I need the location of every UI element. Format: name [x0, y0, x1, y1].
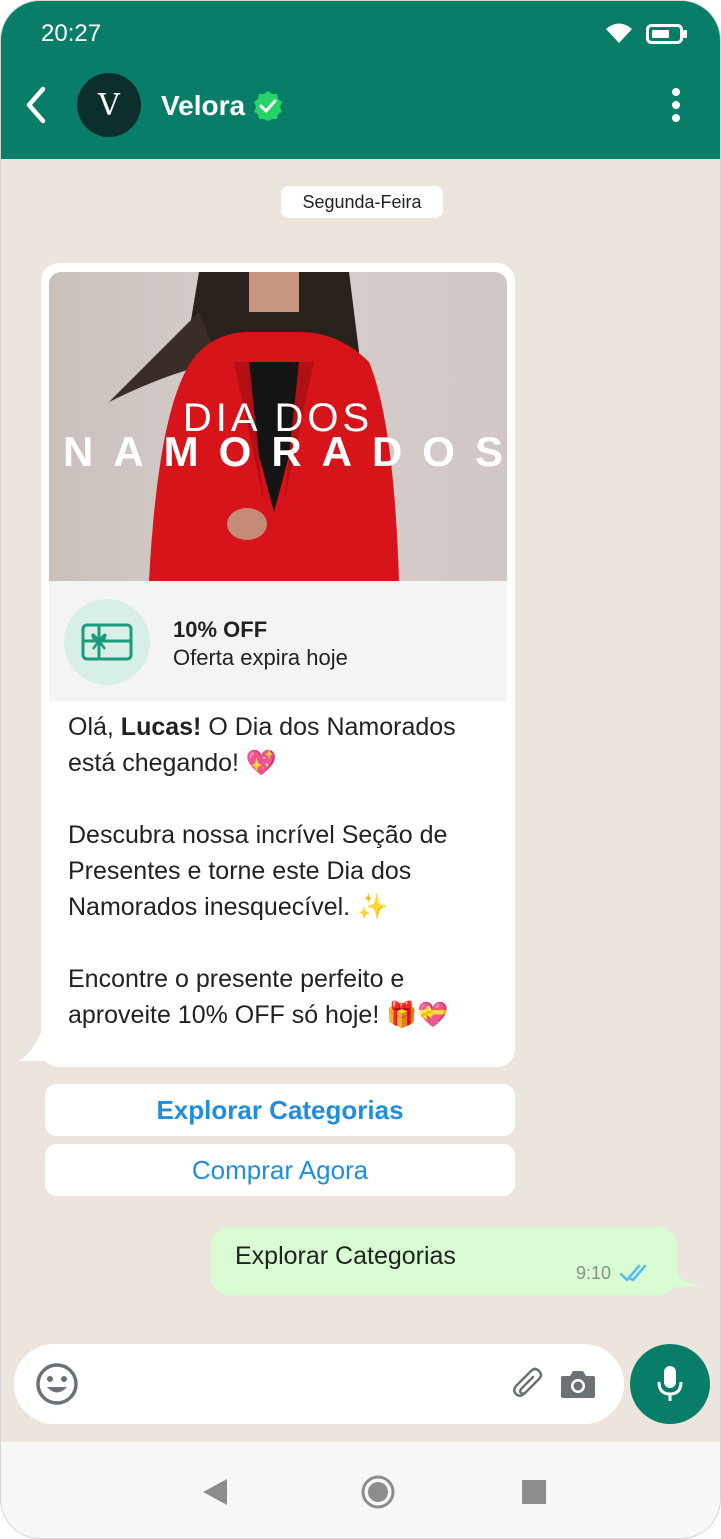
nav-home-icon[interactable]	[361, 1475, 395, 1509]
verified-icon	[254, 91, 282, 121]
outgoing-message-text: Explorar Categorias	[235, 1242, 456, 1270]
offer-card: 10% OFF Oferta expira hoje	[49, 581, 507, 701]
greeting-name: Lucas!	[120, 713, 202, 741]
chat-header: 20:27 V Velora	[1, 1, 720, 159]
phone-screen: 20:27 V Velora Segunda-Feira DIA DOS NAM…	[0, 0, 721, 1539]
greeting-prefix: Olá,	[68, 713, 121, 741]
wifi-icon	[606, 23, 632, 43]
emoji-icon[interactable]	[35, 1362, 79, 1406]
message-paragraph-1: Olá, Lucas! O Dia dos Namorados está che…	[68, 709, 508, 781]
message-paragraph-3: Encontre o presente perfeito e aproveite…	[68, 965, 449, 1029]
gift-card-icon	[64, 599, 150, 685]
offer-title: 10% OFF	[173, 617, 268, 642]
explore-categories-button[interactable]: Explorar Categorias	[45, 1084, 515, 1136]
mic-button[interactable]	[630, 1344, 710, 1424]
buy-now-button[interactable]: Comprar Agora	[45, 1144, 515, 1196]
date-chip: Segunda-Feira	[281, 186, 443, 218]
double-tick-icon	[619, 1264, 647, 1282]
battery-icon	[646, 24, 687, 44]
menu-icon[interactable]	[668, 87, 684, 123]
back-icon[interactable]	[21, 85, 51, 125]
camera-icon[interactable]	[560, 1367, 596, 1401]
status-time: 20:27	[41, 20, 102, 47]
contact-name[interactable]: Velora	[161, 90, 245, 122]
banner-title-line2: NAMORADOS	[63, 428, 507, 475]
nav-back-icon[interactable]	[201, 1477, 229, 1507]
attach-icon[interactable]	[510, 1366, 546, 1402]
promo-banner-image: DIA DOS NAMORADOS	[49, 272, 507, 581]
offer-subtitle: Oferta expira hoje	[173, 645, 348, 670]
message-body: Olá, Lucas! O Dia dos Namorados está che…	[68, 709, 508, 1033]
avatar[interactable]: V	[77, 73, 141, 137]
outgoing-message-time: 9:10	[576, 1263, 612, 1283]
mic-icon	[657, 1366, 683, 1401]
message-paragraph-2: Descubra nossa incrível Seção de Present…	[68, 821, 448, 921]
nav-recent-icon[interactable]	[521, 1479, 547, 1505]
